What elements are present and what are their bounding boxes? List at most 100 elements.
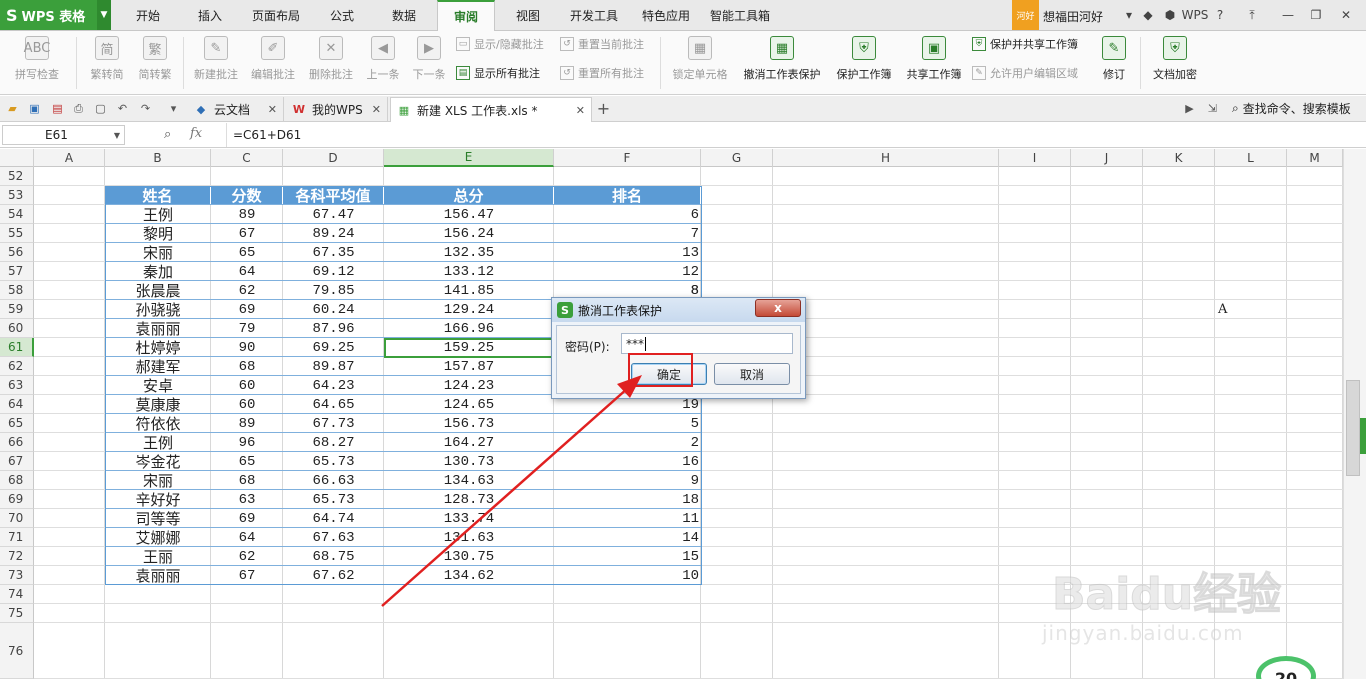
table-cell[interactable]: 宋丽 <box>105 243 211 262</box>
table-cell[interactable]: 68 <box>211 471 283 490</box>
table-cell[interactable]: 124.23 <box>384 376 554 395</box>
zoom-icon[interactable]: ⌕ <box>164 127 171 142</box>
table-cell[interactable]: 67.47 <box>283 205 384 224</box>
user-avatar[interactable]: 河好 <box>1012 0 1039 30</box>
table-header-cell[interactable]: 排名 <box>554 186 701 205</box>
sheet-grid[interactable]: ABCDEFGHIJKLM 52 53 54 55 56 57 58 59 60 61 62 63 64… <box>0 149 1343 679</box>
column-header[interactable]: J <box>1071 149 1143 167</box>
spell-check-button[interactable]: ABC 拼写检查 <box>6 34 68 92</box>
table-cell[interactable]: 124.65 <box>384 395 554 414</box>
reset-current-comment-button[interactable]: ↺ 重置当前批注 <box>560 35 644 53</box>
row-header[interactable]: 58 <box>0 281 34 300</box>
print-icon[interactable]: ⎙ <box>71 101 86 116</box>
save-icon[interactable]: ▣ <box>27 101 42 116</box>
table-cell[interactable]: 68.75 <box>283 547 384 566</box>
table-cell[interactable]: 68.27 <box>283 433 384 452</box>
table-cell[interactable]: 16 <box>554 452 701 471</box>
formula-input[interactable]: =C61+D61 <box>226 123 1356 147</box>
doc-tab-mywps[interactable]: W 我的WPS ✕ <box>286 97 388 122</box>
reset-all-comments-button[interactable]: ↺ 重置所有批注 <box>560 64 644 82</box>
new-tab-icon[interactable]: + <box>596 99 611 118</box>
table-cell[interactable]: 安卓 <box>105 376 211 395</box>
lock-cell-button[interactable]: ▦ 锁定单元格 <box>667 34 733 92</box>
table-header-cell[interactable]: 各科平均值 <box>283 186 384 205</box>
table-cell[interactable]: 12 <box>554 262 701 281</box>
password-input[interactable]: *** <box>621 333 793 354</box>
table-cell[interactable]: 129.24 <box>384 300 554 319</box>
help-icon[interactable]: ? <box>1212 7 1228 23</box>
column-header[interactable]: L <box>1215 149 1287 167</box>
table-cell[interactable]: 14 <box>554 528 701 547</box>
table-cell[interactable]: 岑金花 <box>105 452 211 471</box>
column-header[interactable]: K <box>1143 149 1215 167</box>
table-cell[interactable]: 60.24 <box>283 300 384 319</box>
table-cell[interactable]: 65 <box>211 452 283 471</box>
row-header[interactable]: 71 <box>0 528 34 547</box>
maximize-icon[interactable]: ❐ <box>1308 7 1324 23</box>
table-cell[interactable]: 68 <box>211 357 283 376</box>
table-cell[interactable]: 王丽 <box>105 547 211 566</box>
table-cell[interactable]: 67.63 <box>283 528 384 547</box>
table-cell[interactable]: 11 <box>554 509 701 528</box>
new-comment-button[interactable]: ✎ 新建批注 <box>190 34 242 92</box>
tab-view[interactable]: 视图 <box>503 0 553 31</box>
table-cell[interactable]: 79.85 <box>283 281 384 300</box>
table-cell[interactable]: 89 <box>211 414 283 433</box>
close-tab-icon[interactable]: ✕ <box>268 103 277 116</box>
minimize-icon[interactable]: — <box>1280 7 1296 23</box>
quick-access-dropdown-icon[interactable]: ▾ <box>166 101 181 116</box>
table-cell[interactable]: 郝建军 <box>105 357 211 376</box>
table-cell[interactable]: 63 <box>211 490 283 509</box>
row-header[interactable]: 75 <box>0 604 34 623</box>
table-cell[interactable]: 62 <box>211 547 283 566</box>
row-header[interactable]: 73 <box>0 566 34 585</box>
redo-icon[interactable]: ↷ <box>138 101 153 116</box>
show-all-comments-button[interactable]: ▤ 显示所有批注 <box>456 64 540 82</box>
column-header[interactable]: F <box>554 149 701 167</box>
cell-l59[interactable]: A <box>1218 300 1278 319</box>
table-cell[interactable]: 司等等 <box>105 509 211 528</box>
table-cell[interactable]: 133.74 <box>384 509 554 528</box>
table-header-cell[interactable]: 总分 <box>384 186 554 205</box>
table-cell[interactable]: 67.73 <box>283 414 384 433</box>
table-cell[interactable]: 89 <box>211 205 283 224</box>
table-cell[interactable]: 67.35 <box>283 243 384 262</box>
table-cell[interactable]: 袁丽丽 <box>105 319 211 338</box>
select-all-corner[interactable] <box>0 149 34 167</box>
tab-developer[interactable]: 开发工具 <box>561 0 627 31</box>
row-header[interactable]: 67 <box>0 452 34 471</box>
video-icon[interactable]: ▶ <box>1182 101 1197 116</box>
column-header[interactable]: C <box>211 149 283 167</box>
table-cell[interactable]: 王例 <box>105 205 211 224</box>
row-header[interactable]: 53 <box>0 186 34 205</box>
settings-icon[interactable]: ⬢ <box>1162 7 1178 23</box>
share-icon[interactable]: ⇲ <box>1205 101 1220 116</box>
restore-ribbon-icon[interactable]: ⤒ <box>1244 7 1260 23</box>
row-header[interactable]: 70 <box>0 509 34 528</box>
table-cell[interactable]: 65.73 <box>283 452 384 471</box>
table-cell[interactable]: 79 <box>211 319 283 338</box>
table-cell[interactable]: 7 <box>554 224 701 243</box>
table-header-cell[interactable]: 姓名 <box>105 186 211 205</box>
tab-insert[interactable]: 插入 <box>184 0 236 31</box>
table-cell[interactable]: 王例 <box>105 433 211 452</box>
tab-features[interactable]: 特色应用 <box>633 0 699 31</box>
selected-cell[interactable] <box>384 338 554 358</box>
table-cell[interactable]: 莫康康 <box>105 395 211 414</box>
column-header[interactable]: G <box>701 149 773 167</box>
skin-icon[interactable]: ◆ <box>1140 7 1156 23</box>
cancel-button[interactable]: 取消 <box>714 363 790 385</box>
table-cell[interactable]: 134.63 <box>384 471 554 490</box>
row-header[interactable]: 72 <box>0 547 34 566</box>
row-header[interactable]: 65 <box>0 414 34 433</box>
tab-data[interactable]: 数据 <box>378 0 430 31</box>
table-cell[interactable]: 60 <box>211 395 283 414</box>
protect-share-workbook-button[interactable]: ⛨ 保护并共享工作簿 <box>972 35 1078 53</box>
doc-tab-workbook[interactable]: ▦ 新建 XLS 工作表.xls * ✕ <box>390 97 592 122</box>
doc-tab-cloud[interactable]: ◆ 云文档 ✕ <box>188 97 284 122</box>
table-cell[interactable]: 156.73 <box>384 414 554 433</box>
row-header[interactable]: 55 <box>0 224 34 243</box>
table-cell[interactable]: 156.24 <box>384 224 554 243</box>
row-header[interactable]: 62 <box>0 357 34 376</box>
protect-workbook-button[interactable]: ⛨ 保护工作簿 <box>832 34 896 92</box>
